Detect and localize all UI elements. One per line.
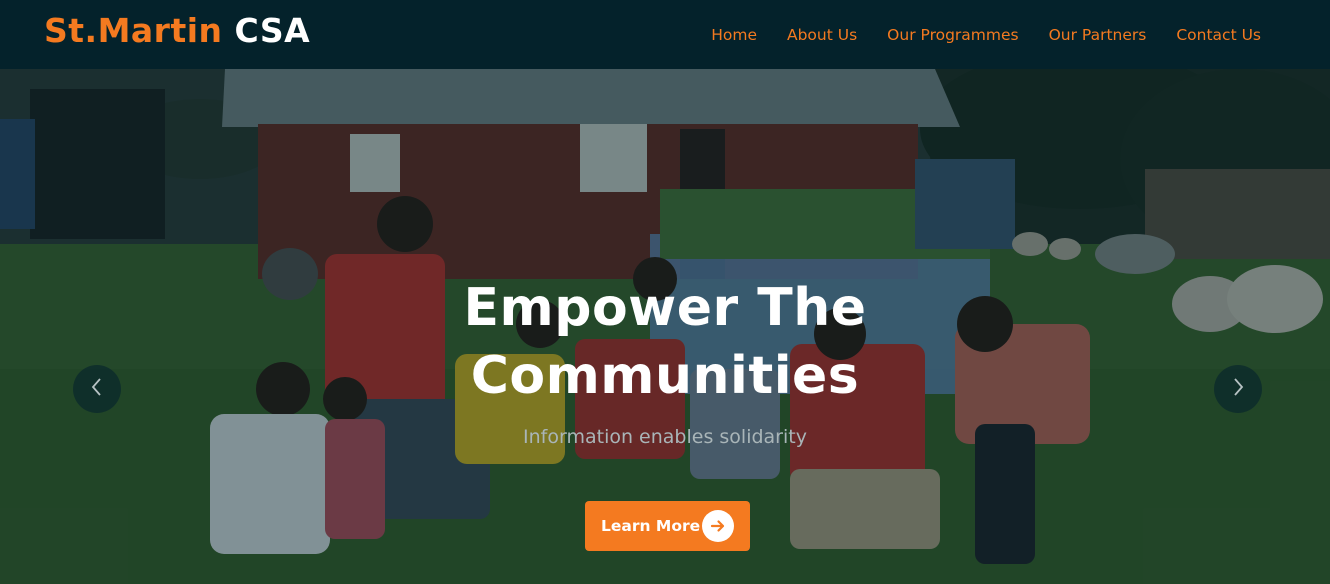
nav-link-about-us[interactable]: About Us: [787, 26, 857, 44]
navbar: St.Martin CSA Home About Us Our Programm…: [0, 0, 1330, 69]
hero-title-line-1: Empower The: [463, 278, 867, 338]
hero-title: Empower The Communities: [0, 274, 1330, 410]
nav-link-contact-us[interactable]: Contact Us: [1176, 26, 1261, 44]
brand-logo[interactable]: St.Martin CSA: [44, 11, 310, 51]
arrow-right-circle-icon: [702, 510, 734, 542]
carousel-prev-button[interactable]: [73, 365, 121, 413]
hero-title-line-2: Communities: [470, 346, 860, 406]
learn-more-label: Learn More: [601, 517, 701, 535]
carousel-next-button[interactable]: [1214, 365, 1262, 413]
brand-name-secondary: CSA: [234, 11, 311, 50]
hero-carousel: Empower The Communities Information enab…: [0, 69, 1330, 584]
hero-subtitle: Information enables solidarity: [523, 426, 807, 448]
main-nav: Home About Us Our Programmes Our Partner…: [681, 0, 1261, 69]
brand-name-primary: St.Martin: [44, 11, 223, 50]
learn-more-button[interactable]: Learn More: [585, 501, 750, 551]
nav-link-our-programmes[interactable]: Our Programmes: [887, 26, 1018, 44]
nav-link-our-partners[interactable]: Our Partners: [1049, 26, 1147, 44]
chevron-left-icon: [90, 377, 104, 401]
nav-link-home[interactable]: Home: [711, 26, 757, 44]
chevron-right-icon: [1231, 377, 1245, 401]
